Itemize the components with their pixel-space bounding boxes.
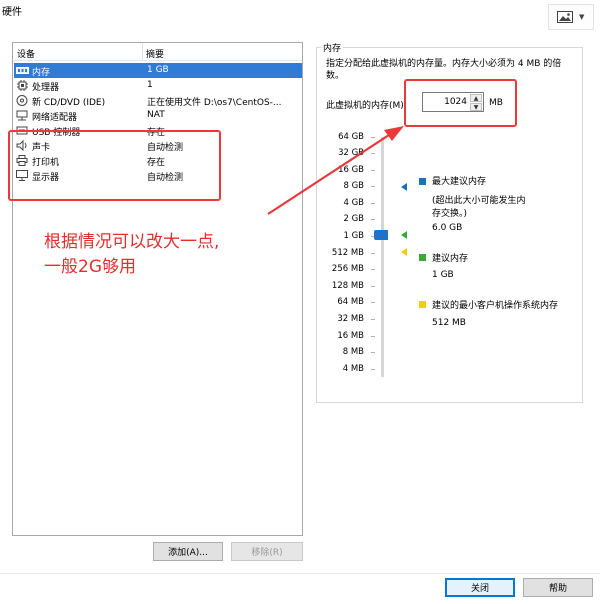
scale-label: 64 GB — [338, 132, 364, 142]
max-recommended-marker — [401, 183, 407, 191]
cd-icon — [16, 95, 28, 106]
window-title: 硬件 — [2, 7, 22, 18]
chevron-down-icon: ▼ — [579, 13, 585, 21]
remove-device-button[interactable]: 移除(R) — [231, 542, 303, 561]
scale-label: 8 MB — [342, 347, 364, 357]
legend-note: (超出此大小可能发生内存交换。) — [432, 196, 526, 219]
annotation-line: 根据情况可以改大一点, — [44, 232, 220, 252]
image-menu-button[interactable]: ▼ — [548, 4, 594, 30]
scale-label: 16 MB — [337, 331, 364, 341]
device-name: 内存 — [32, 68, 51, 78]
column-header-device[interactable]: 设备 — [17, 47, 35, 60]
device-row-memory[interactable]: 内存 1 GB — [14, 63, 302, 78]
legend-value: 512 MB — [432, 318, 466, 328]
scale-label: 4 GB — [343, 198, 364, 208]
add-device-button[interactable]: 添加(A)... — [153, 542, 223, 561]
scale-label: 256 MB — [331, 264, 364, 274]
legend-value: 1 GB — [432, 270, 454, 280]
device-row-cd-dvd[interactable]: 新 CD/DVD (IDE) 正在使用文件 D:\os7\CentOS-... — [14, 93, 302, 108]
scale-label: 2 GB — [343, 214, 364, 224]
recommended-marker — [401, 231, 407, 239]
scale-label: 64 MB — [337, 297, 364, 307]
legend-swatch — [419, 178, 426, 185]
legend-title: 建议的最小客户机操作系统内存 — [432, 301, 559, 311]
device-summary: 1 GB — [147, 65, 169, 75]
cpu-icon — [17, 80, 28, 91]
device-list[interactable]: 设备 摘要 内存 1 GB 处理器 1 新 CD/DVD (IDE) 正在使用文… — [12, 42, 303, 536]
device-name: 新 CD/DVD (IDE) — [32, 98, 106, 108]
device-name: 处理器 — [32, 83, 60, 93]
memory-icon — [16, 67, 29, 74]
device-row-network[interactable]: 网络适配器 NAT — [14, 108, 302, 123]
legend-value: 6.0 GB — [432, 223, 463, 233]
scale-label: 4 MB — [342, 364, 364, 374]
memory-slider-track[interactable] — [381, 137, 384, 377]
device-summary: 1 — [147, 80, 153, 90]
legend-title: 建议内存 — [432, 254, 469, 264]
highlight-box — [404, 79, 517, 127]
memory-field-label: 此虚拟机的内存(M): — [326, 101, 407, 111]
annotation-text: 根据情况可以改大一点, 一般2G够用 — [44, 230, 294, 280]
scale-label: 16 GB — [338, 165, 364, 175]
column-header-summary[interactable]: 摘要 — [146, 47, 164, 60]
scale-label: 8 GB — [343, 181, 364, 191]
device-row-processor[interactable]: 处理器 1 — [14, 78, 302, 93]
legend-swatch — [419, 301, 426, 308]
scale-label: 128 MB — [331, 281, 364, 291]
legend-title: 最大建议内存 — [432, 177, 487, 187]
network-icon — [16, 110, 28, 121]
help-button[interactable]: 帮助 — [523, 578, 593, 597]
device-summary: NAT — [147, 110, 165, 120]
scale-label: 512 MB — [331, 248, 364, 258]
device-list-header: 设备 摘要 — [13, 43, 302, 61]
min-recommended-marker — [401, 248, 407, 256]
memory-slider-thumb[interactable] — [374, 230, 388, 240]
legend-swatch — [419, 254, 426, 261]
scale-label: 1 GB — [343, 231, 364, 241]
close-button[interactable]: 关闭 — [445, 578, 515, 597]
device-name: 网络适配器 — [32, 113, 78, 123]
scale-label: 32 GB — [338, 148, 364, 158]
image-icon — [557, 11, 573, 23]
scale-label: 32 MB — [337, 314, 364, 324]
annotation-line: 一般2G够用 — [44, 257, 136, 277]
highlight-box — [8, 130, 221, 201]
device-summary: 正在使用文件 D:\os7\CentOS-... — [147, 98, 282, 108]
memory-group-label: 内存 — [321, 41, 344, 54]
